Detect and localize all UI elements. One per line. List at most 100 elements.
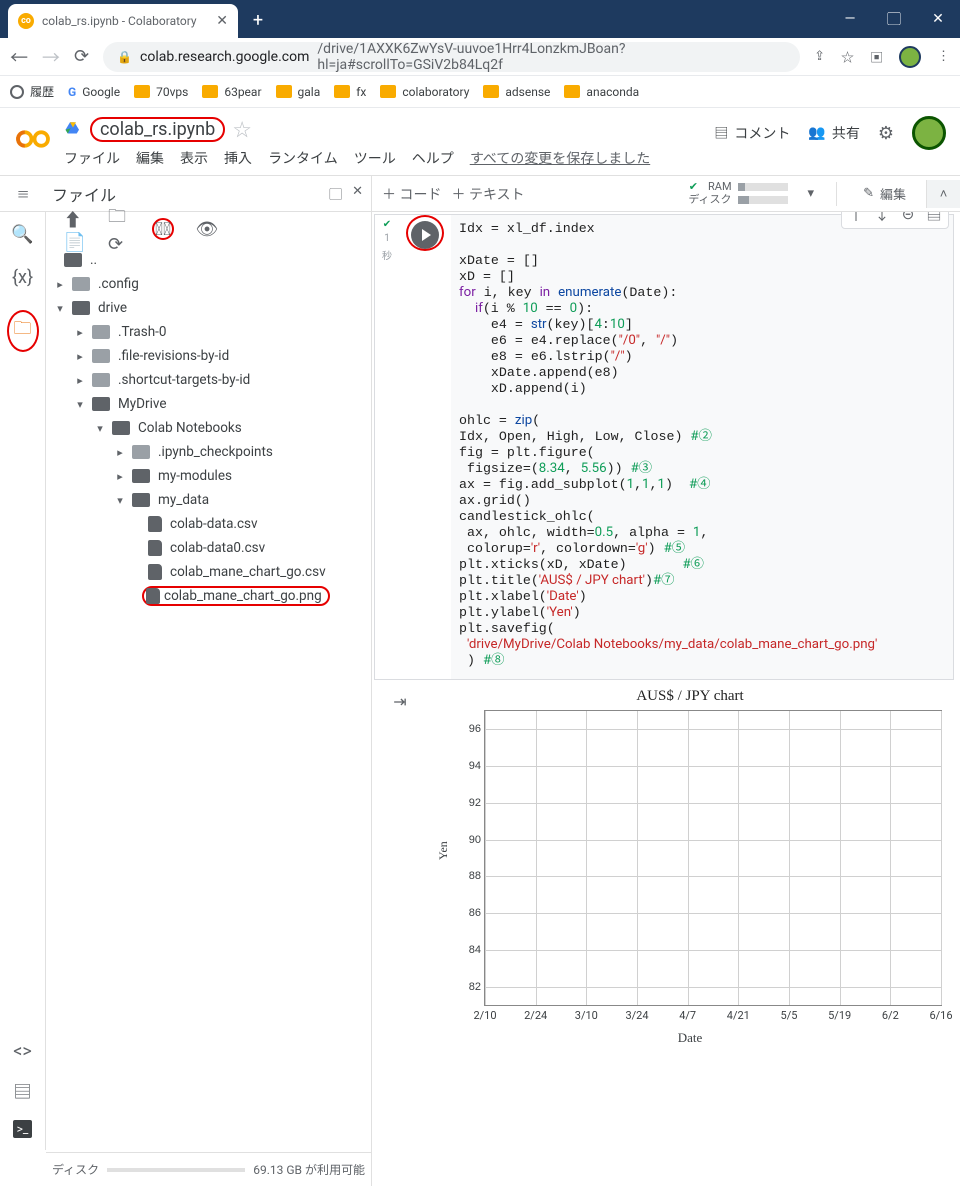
menu-runtime[interactable]: ランタイム [268, 148, 338, 168]
folder-icon [72, 301, 90, 315]
bookmark-70vps[interactable]: 70vps [134, 85, 188, 99]
refresh-folder-icon[interactable]: 🗀⟳ [108, 218, 130, 240]
tree-filerev[interactable]: ▸.file-revisions-by-id [46, 344, 371, 368]
notebook-toolbar: ≡ ファイル ▢ ✕ ＋ コード ＋ テキスト ✔RAM ディスク ▾ ✎編集 … [0, 176, 960, 212]
file-icon [148, 564, 162, 580]
bookmark-adsense[interactable]: adsense [483, 85, 550, 99]
tree-ipynbck[interactable]: ▸.ipynb_checkpoints [46, 440, 371, 464]
folder-icon [72, 277, 90, 291]
notebook-title[interactable]: colab_rs.ipynb [90, 117, 225, 142]
star-icon[interactable]: ☆ [233, 116, 251, 142]
files-panel: ⬆📄 🗀⟳ 🗀⃠ 👁 .. ▸.config ▾drive ▸.Trash-0 … [46, 212, 372, 1186]
new-window-icon[interactable]: ▢ [329, 184, 342, 203]
folder-icon [92, 349, 110, 363]
window-maximize[interactable]: ▢ [872, 0, 916, 38]
move-up-icon[interactable]: ↑ [844, 212, 868, 226]
close-panel-icon[interactable]: ✕ [352, 184, 363, 203]
menu-insert[interactable]: 挿入 [224, 148, 252, 168]
colab-logo[interactable] [14, 120, 52, 158]
nav-reload-icon[interactable]: ⟳ [74, 46, 89, 67]
show-hidden-icon[interactable]: 👁 [196, 218, 218, 240]
profile-avatar[interactable] [899, 46, 921, 68]
bookmark-gala[interactable]: gala [276, 85, 321, 99]
tree-file-highlight[interactable]: colab_mane_chart_go.png [46, 584, 371, 608]
new-tab-button[interactable]: + [244, 6, 272, 34]
mount-drive-icon[interactable]: 🗀⃠ [152, 218, 174, 240]
tree-mydrive[interactable]: ▾MyDrive [46, 392, 371, 416]
tree-mydata[interactable]: ▾my_data [46, 488, 371, 512]
tree-file[interactable]: colab_mane_chart_go.csv [46, 560, 371, 584]
settings-gear-icon[interactable]: ⚙ [878, 123, 894, 144]
upload-file-icon[interactable]: ⬆📄 [64, 218, 86, 240]
colab-favicon [18, 13, 34, 29]
variables-icon[interactable]: {x} [12, 267, 33, 288]
tree-up[interactable]: .. [46, 248, 371, 272]
collapse-header-icon[interactable]: ˄ [926, 180, 960, 208]
output-collapse-icon[interactable]: ⇥ [393, 692, 406, 711]
tree-trash[interactable]: ▸.Trash-0 [46, 320, 371, 344]
folder-icon [92, 325, 110, 339]
toc-toggle-icon[interactable]: ≡ [0, 184, 46, 203]
menu-file[interactable]: ファイル [64, 148, 120, 168]
menu-tools[interactable]: ツール [354, 148, 396, 168]
bookmark-63pear[interactable]: 63pear [202, 85, 261, 99]
command-palette-icon[interactable]: ▤ [13, 1078, 31, 1104]
comment-cell-icon[interactable]: ▤ [922, 212, 946, 226]
code-editor[interactable]: Idx = xl_df.index xDate = [] xD = [] for… [451, 215, 953, 679]
tree-mymods[interactable]: ▸my-modules [46, 464, 371, 488]
bookmark-google[interactable]: GGoogle [68, 85, 120, 99]
code-cell[interactable]: ↑ ↓ ⊝ ▤ ✔ 1 秒 Idx = xl_df.index xDate = … [374, 214, 954, 680]
folder-icon [132, 469, 150, 483]
folder-icon [276, 85, 292, 98]
extensions-icon[interactable]: ▣ [870, 47, 883, 66]
terminal-icon[interactable]: >_ [13, 1120, 33, 1138]
candlestick-chart: AUS$ / JPY chart Yen Date 82848688909294… [430, 688, 950, 1048]
move-down-icon[interactable]: ↓ [870, 212, 894, 226]
user-avatar[interactable] [912, 116, 946, 150]
bookmark-star-icon[interactable]: ☆ [841, 47, 854, 66]
tree-file[interactable]: colab-data0.csv [46, 536, 371, 560]
lock-icon: 🔒 [117, 50, 132, 64]
menu-edit[interactable]: 編集 [136, 148, 164, 168]
tree-colabnb[interactable]: ▾Colab Notebooks [46, 416, 371, 440]
window-controls: — ▢ ✕ [828, 0, 960, 38]
link-icon[interactable]: ⊝ [896, 212, 920, 226]
code-snippets-icon[interactable]: <> [13, 1041, 32, 1062]
tree-shortcut[interactable]: ▸.shortcut-targets-by-id [46, 368, 371, 392]
comment-button[interactable]: ▤コメント [714, 123, 790, 143]
bookmark-fx[interactable]: fx [334, 85, 366, 99]
google-icon: G [68, 85, 76, 99]
share-button[interactable]: 👥共有 [808, 123, 859, 143]
tree-config[interactable]: ▸.config [46, 272, 371, 296]
resource-monitor[interactable]: ✔RAM ディスク [688, 181, 787, 206]
nav-back-icon[interactable]: ← [10, 44, 28, 70]
file-icon [148, 516, 162, 532]
url-input[interactable]: 🔒 colab.research.google.com/drive/1AXXK6… [103, 42, 800, 72]
add-text-button[interactable]: ＋ テキスト [451, 184, 524, 204]
bookmark-history[interactable]: 履歴 [10, 83, 54, 100]
menu-view[interactable]: 表示 [180, 148, 208, 168]
search-icon[interactable]: 🔍 [11, 224, 33, 245]
notebook-area: ↑ ↓ ⊝ ▤ ✔ 1 秒 Idx = xl_df.index xDate = … [372, 212, 960, 1150]
share-icon[interactable]: ⇪ [814, 49, 825, 64]
colab-header: colab_rs.ipynb ☆ ファイル 編集 表示 挿入 ランタイム ツール… [0, 108, 960, 176]
runtime-menu-chevron-icon[interactable]: ▾ [802, 186, 821, 201]
menu-help[interactable]: ヘルプ [412, 148, 454, 168]
left-rail: 🔍 {x} 🗀 <> ▤ >_ [0, 212, 46, 1150]
url-path: /drive/1AXXK6ZwYsV-uuvoe1Hrr4LonzkmJBoan… [317, 41, 786, 73]
url-host: colab.research.google.com [140, 49, 309, 65]
window-minimize[interactable]: — [828, 0, 872, 38]
edit-mode-button[interactable]: ✎編集 [853, 184, 916, 203]
share-icon: 👥 [808, 125, 825, 141]
add-code-button[interactable]: ＋ コード [382, 184, 441, 204]
tree-drive[interactable]: ▾drive [46, 296, 371, 320]
tree-file[interactable]: colab-data.csv [46, 512, 371, 536]
files-icon[interactable]: 🗀 [7, 310, 39, 352]
kebab-menu-icon[interactable]: ⋮ [937, 49, 950, 64]
window-close[interactable]: ✕ [916, 0, 960, 38]
bookmark-colaboratory[interactable]: colaboratory [380, 85, 469, 99]
close-tab-icon[interactable]: ✕ [216, 13, 228, 29]
cell-output: ⇥ AUS$ / JPY chart Yen Date 828486889092… [374, 684, 954, 1058]
browser-tab[interactable]: colab_rs.ipynb - Colaboratory ✕ [8, 4, 238, 38]
bookmark-anaconda[interactable]: anaconda [564, 85, 639, 99]
